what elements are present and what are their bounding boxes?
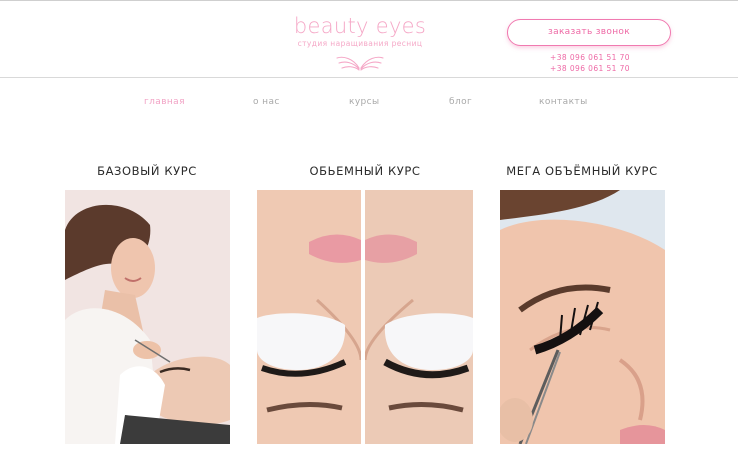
nav-item-blog[interactable]: блог bbox=[449, 97, 472, 107]
logo-subtitle: студия наращивания ресниц bbox=[297, 39, 423, 48]
logo-title: beauty eyes bbox=[293, 14, 427, 38]
course-title-mega-volume[interactable]: МЕГА ОБЪЁМНЫЙ КУРС bbox=[482, 164, 682, 178]
phone-number-1[interactable]: +38 096 061 51 70 bbox=[540, 53, 640, 62]
course-title-volume[interactable]: ОБЬЕМНЫЙ КУРС bbox=[265, 164, 465, 178]
top-border bbox=[0, 0, 738, 1]
course-image-volume[interactable] bbox=[257, 190, 473, 444]
wings-logo-icon bbox=[336, 56, 384, 71]
header-divider bbox=[0, 77, 738, 78]
nav-item-home[interactable]: главная bbox=[144, 97, 185, 107]
course-image-mega-volume[interactable] bbox=[500, 190, 665, 444]
callback-button[interactable]: заказать звонок bbox=[507, 19, 671, 46]
nav-item-contacts[interactable]: контакты bbox=[539, 97, 588, 107]
course-image-basic[interactable] bbox=[65, 190, 230, 444]
main-nav: главная о нас курсы блог контакты bbox=[0, 97, 738, 111]
nav-item-courses[interactable]: курсы bbox=[349, 97, 380, 107]
course-title-basic[interactable]: БАЗОВЫЙ КУРС bbox=[47, 164, 247, 178]
nav-item-about[interactable]: о нас bbox=[253, 97, 280, 107]
logo[interactable]: beauty eyes студия наращивания ресниц bbox=[290, 14, 430, 71]
phone-number-2[interactable]: +38 096 061 51 70 bbox=[540, 64, 640, 73]
